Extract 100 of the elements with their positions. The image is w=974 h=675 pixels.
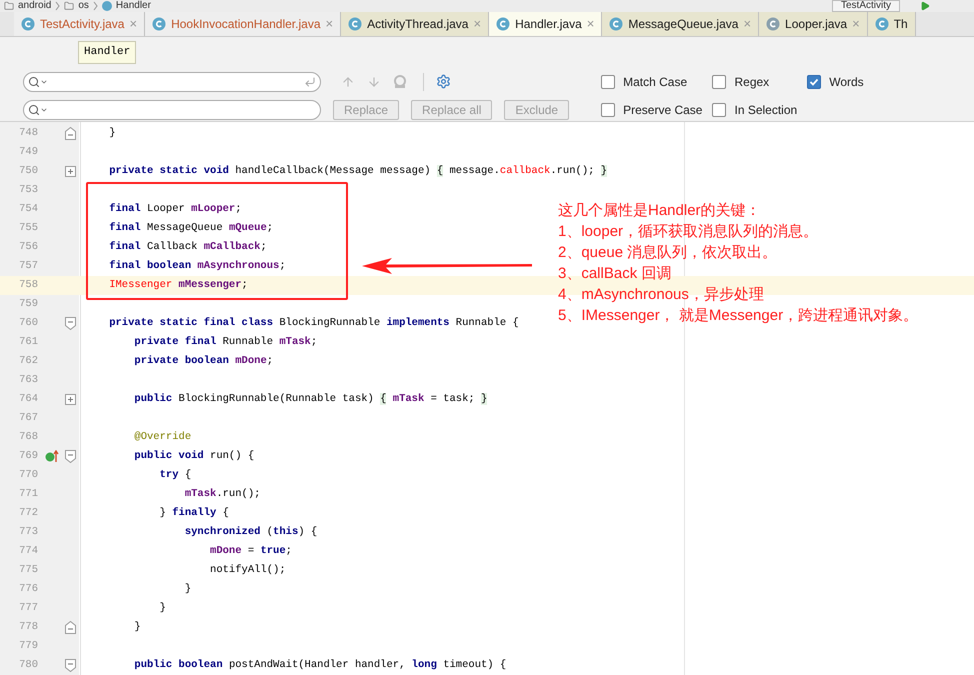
folder-icon xyxy=(4,1,14,11)
replace-field[interactable] xyxy=(23,100,321,120)
file-tab[interactable]: ActivityThread.java × xyxy=(341,12,490,36)
code-line: notifyAll(); xyxy=(209,562,286,578)
class-icon xyxy=(348,17,362,32)
line-number: 776 xyxy=(18,582,38,597)
line-number: 748 xyxy=(18,126,38,141)
code-line: private boolean mDone; xyxy=(133,354,274,369)
separator-icon xyxy=(92,1,98,11)
separator-icon xyxy=(55,1,60,11)
note-line: 4、mAsynchronous，异步处理 xyxy=(558,285,765,305)
enter-icon xyxy=(304,76,316,88)
breadcrumb-item[interactable]: Handler xyxy=(116,0,151,12)
search-icon[interactable] xyxy=(28,104,40,116)
file-tab[interactable]: Looper.java × xyxy=(759,12,868,36)
class-icon xyxy=(766,17,780,32)
line-number: 750 xyxy=(18,164,38,179)
code-line: final boolean mAsynchronous; xyxy=(108,258,286,274)
file-tab[interactable]: TestActivity.java × xyxy=(14,12,146,36)
fold-plus-icon[interactable] xyxy=(64,166,76,177)
code-line: } xyxy=(158,600,166,616)
class-icon xyxy=(496,17,510,32)
code-line: mTask.run(); xyxy=(184,486,260,502)
line-number: 771 xyxy=(18,486,38,502)
line-number: 756 xyxy=(18,240,38,255)
note-title: 这几个属性是Handler的关键： xyxy=(558,201,762,221)
breadcrumb-item[interactable]: os xyxy=(78,0,89,12)
class-icon xyxy=(609,17,624,32)
code-line: private static final class BlockingRunnable implements Runnable { xyxy=(108,316,519,331)
code-line: } xyxy=(108,126,116,141)
code-line: private static void handleCallback(Message message) { message.callback.run(); } xyxy=(108,164,608,179)
note-line: 5、IMessenger， 就是Messenger，跨进程通讯对象。 xyxy=(558,306,918,326)
checkbox-label[interactable]: Preserve Case xyxy=(623,100,702,119)
settings-icon[interactable] xyxy=(436,74,451,90)
line-number: 767 xyxy=(18,410,38,426)
code-line: final MessageQueue mQueue; xyxy=(108,220,274,236)
search-icon[interactable] xyxy=(28,76,40,88)
file-tab[interactable]: HookInvocationHandler.java × xyxy=(145,12,342,36)
code-line: try { xyxy=(158,468,192,483)
line-number: 754 xyxy=(18,202,38,217)
checkbox[interactable] xyxy=(807,74,822,89)
code-line: } xyxy=(133,620,141,635)
checkbox-label[interactable]: Match Case xyxy=(623,72,688,91)
code-line: IMessenger mMessenger; xyxy=(108,278,248,293)
checkbox-label[interactable]: In Selection xyxy=(734,100,798,119)
breadcrumb-item[interactable]: android xyxy=(18,0,52,12)
checkbox[interactable] xyxy=(601,74,616,89)
line-number: 761 xyxy=(18,334,38,350)
line-number: 772 xyxy=(18,506,38,521)
checkbox-label[interactable]: Words xyxy=(829,72,864,91)
line-number: 764 xyxy=(18,392,38,407)
note-line: 2、queue 消息队列，依次取出。 xyxy=(558,243,778,263)
line-number: 774 xyxy=(18,544,38,559)
line-number: 763 xyxy=(18,372,38,388)
folder-icon xyxy=(64,1,74,11)
run-icon[interactable] xyxy=(920,1,930,11)
line-number: 770 xyxy=(18,468,38,483)
line-number: 759 xyxy=(18,296,38,312)
code-line: final Callback mCallback; xyxy=(108,240,267,255)
checkbox[interactable] xyxy=(712,102,726,117)
override-icon[interactable] xyxy=(45,450,59,463)
file-tab[interactable]: Handler.java × xyxy=(489,12,602,36)
line-number: 778 xyxy=(18,620,38,635)
line-number: 780 xyxy=(18,658,38,673)
code-line: } finally { xyxy=(158,506,229,521)
search-field[interactable] xyxy=(23,72,321,92)
line-number: 773 xyxy=(18,524,38,540)
code-line: synchronized (this) { xyxy=(184,524,318,540)
class-icon xyxy=(874,17,889,32)
code-line: @Override xyxy=(133,430,192,445)
line-number: 762 xyxy=(18,354,38,369)
checkbox[interactable] xyxy=(601,102,616,117)
code-line: public BlockingRunnable(Runnable task) { mTask = task; } xyxy=(133,392,488,407)
checkbox-label[interactable]: Regex xyxy=(734,72,770,91)
checkbox[interactable] xyxy=(712,74,726,89)
file-tab[interactable]: Th xyxy=(868,12,916,36)
note-line: 1、looper，循环获取消息队列的消息。 xyxy=(558,222,820,242)
code-line: } xyxy=(184,582,192,597)
file-tab[interactable]: MessageQueue.java × xyxy=(602,12,760,36)
line-number: 777 xyxy=(18,600,38,616)
checkmark-icon xyxy=(809,76,820,87)
line-number: 775 xyxy=(18,562,38,578)
code-line: public void run() { xyxy=(133,448,254,464)
code-line: final Looper mLooper; xyxy=(108,202,242,217)
class-icon xyxy=(102,1,112,11)
class-icon xyxy=(152,17,166,32)
line-number: 749 xyxy=(18,144,38,160)
line-number: 757 xyxy=(18,258,38,274)
code-line: private final Runnable mTask; xyxy=(133,334,318,350)
line-number: 779 xyxy=(18,638,38,654)
note-line: 3、callBack 回调 xyxy=(558,264,672,284)
code-line: mDone = true; xyxy=(209,544,292,559)
class-icon xyxy=(21,17,35,32)
line-number: 758 xyxy=(18,278,38,293)
run-config-dropdown[interactable]: TestActivity xyxy=(832,0,900,12)
fold-plus-icon[interactable] xyxy=(64,394,76,405)
line-number: 768 xyxy=(18,430,38,445)
line-number: 769 xyxy=(18,448,38,464)
line-number: 760 xyxy=(18,316,38,331)
code-line: public boolean postAndWait(Handler handler, long timeout) { xyxy=(133,658,506,673)
